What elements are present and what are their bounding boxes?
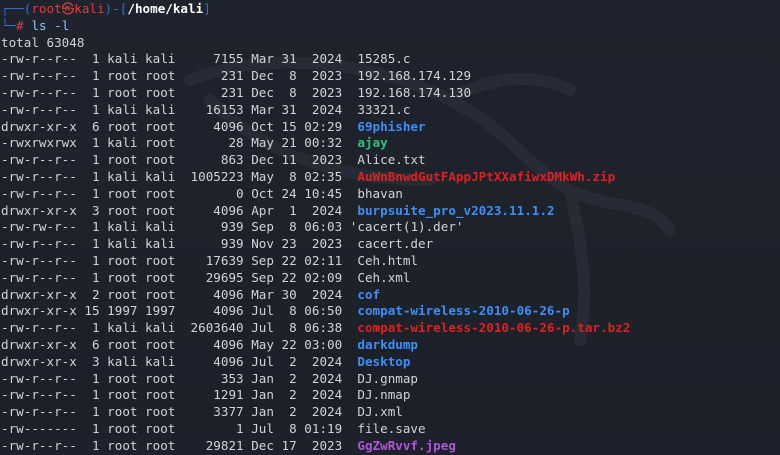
- list-item: drwxr-xr-x 6 root root 4096 May 22 03:00…: [1, 337, 780, 354]
- file-metadata: -rw-r--r-- 1 root root 353 Jan 2 2024: [1, 370, 358, 386]
- file-metadata: drwxr-xr-x 3 kali kali 4096 Jul 2 2024: [1, 353, 358, 369]
- file-name: burpsuite_pro_v2023.11.1.2: [357, 202, 555, 218]
- file-metadata: -rw-r--r-- 1 root root 1291 Jan 2 2024: [1, 387, 358, 403]
- list-item: -rw-r--r-- 1 root root 29821 Dec 17 2023…: [1, 438, 780, 455]
- terminal-window[interactable]: ┌──(root㉿kali)-[/home/kali] └─# ls -l to…: [0, 0, 780, 453]
- file-name: file.save: [357, 420, 426, 436]
- file-metadata: -rw-r--r-- 1 root root 17639 Sep 22 02:1…: [1, 252, 358, 268]
- file-metadata: -rw-r--r-- 1 root root 863 Dec 11 2023: [1, 152, 358, 168]
- file-metadata: -rw------- 1 root root 1 Jul 8 01:19: [1, 420, 358, 436]
- list-item: -rw-r--r-- 1 root root 1291 Jan 2 2024 D…: [1, 387, 780, 404]
- file-name: compat-wireless-2010-06-26-p: [357, 303, 570, 319]
- file-name: 15285.c: [357, 51, 411, 67]
- file-metadata: -rw-r--r-- 1 root root 231 Dec 8 2023: [1, 68, 358, 84]
- prompt-frame-top: ┌──(: [1, 1, 32, 16]
- file-metadata: -rwxrwxrwx 1 kali root 28 May 21 00:32: [1, 135, 358, 151]
- file-name: 33321.c: [357, 101, 411, 117]
- file-name: darkdump: [357, 336, 419, 352]
- list-item: drwxr-xr-x 15 1997 1997 4096 Jul 8 06:50…: [1, 303, 780, 320]
- file-metadata: -rw-r--r-- 1 kali kali 939 Nov 23 2023: [1, 236, 358, 252]
- file-name: 'cacert(1).der': [349, 219, 464, 235]
- file-metadata: -rw-r--r-- 1 root root 29695 Sep 22 02:0…: [1, 269, 358, 285]
- file-name: Alice.txt: [357, 152, 426, 168]
- file-name: ajay: [357, 135, 388, 151]
- file-name: DJ.xml: [357, 404, 403, 420]
- file-name: GgZwRvvf.jpeg: [357, 437, 456, 453]
- list-item: -rw-r--r-- 1 root root 0 Oct 24 10:45 bh…: [1, 186, 780, 203]
- file-metadata: -rw-r--r-- 1 root root 3377 Jan 2 2024: [1, 404, 358, 420]
- listing: -rw-r--r-- 1 kali kali 7155 Mar 31 2024 …: [1, 51, 780, 454]
- prompt-frame-mid: )-[: [104, 1, 128, 16]
- file-name: 192.168.174.130: [357, 84, 472, 100]
- list-item: drwxr-xr-x 3 kali kali 4096 Jul 2 2024 D…: [1, 354, 780, 371]
- file-metadata: -rw-rw-r-- 1 kali kali 939 Sep 8 06:03: [1, 219, 350, 235]
- total-line: total 63048: [1, 34, 85, 50]
- file-name: cacert.der: [357, 236, 434, 252]
- file-name: Ceh.html: [357, 252, 419, 268]
- list-item: -rw-r--r-- 1 root root 353 Jan 2 2024 DJ…: [1, 371, 780, 388]
- file-name: bhavan: [357, 185, 403, 201]
- prompt-hash: #: [16, 17, 24, 33]
- command-text: ls -l: [31, 17, 70, 33]
- list-item: -rw-rw-r-- 1 kali kali 939 Sep 8 06:03 '…: [1, 219, 780, 236]
- prompt-path: /home/kali: [127, 1, 204, 16]
- file-metadata: drwxr-xr-x 15 1997 1997 4096 Jul 8 06:50: [1, 303, 358, 319]
- prompt-frame-bottom: └─: [1, 17, 17, 33]
- file-name: AuWnBnwdGutFAppJPtXXafiwxDMkWh.zip: [357, 168, 616, 184]
- list-item: -rwxrwxrwx 1 kali root 28 May 21 00:32 a…: [1, 135, 780, 152]
- file-name: 192.168.174.129: [357, 68, 472, 84]
- file-metadata: -rw-r--r-- 1 kali kali 1005223 May 8 02:…: [1, 168, 358, 184]
- list-item: -rw------- 1 root root 1 Jul 8 01:19 fil…: [1, 421, 780, 438]
- prompt-line-2: └─# ls -l: [1, 18, 780, 35]
- file-metadata: -rw-r--r-- 1 kali kali 16153 Mar 31 2024: [1, 101, 358, 117]
- file-metadata: drwxr-xr-x 3 root root 4096 Apr 1 2024: [1, 202, 358, 218]
- list-item: -rw-r--r-- 1 root root 17639 Sep 22 02:1…: [1, 253, 780, 270]
- file-metadata: -rw-r--r-- 1 kali kali 7155 Mar 31 2024: [1, 51, 358, 67]
- file-name: 69phisher: [357, 118, 426, 134]
- file-name: Ceh.xml: [357, 269, 411, 285]
- file-metadata: -rw-r--r-- 1 root root 231 Dec 8 2023: [1, 84, 358, 100]
- file-name: cof: [357, 286, 381, 302]
- list-item: -rw-r--r-- 1 root root 231 Dec 8 2023 19…: [1, 68, 780, 85]
- file-metadata: -rw-r--r-- 1 root root 0 Oct 24 10:45: [1, 185, 358, 201]
- list-item: -rw-r--r-- 1 kali kali 7155 Mar 31 2024 …: [1, 51, 780, 68]
- file-metadata: -rw-r--r-- 1 root root 29821 Dec 17 2023: [1, 437, 358, 453]
- file-name: DJ.gnmap: [357, 370, 419, 386]
- list-item: -rw-r--r-- 1 root root 863 Dec 11 2023 A…: [1, 152, 780, 169]
- file-name: Desktop: [357, 353, 411, 369]
- file-metadata: drwxr-xr-x 2 root root 4096 Mar 30 2024: [1, 286, 358, 302]
- prompt-frame-end: ]: [203, 1, 211, 16]
- list-item: -rw-r--r-- 1 root root 3377 Jan 2 2024 D…: [1, 404, 780, 421]
- list-item: -rw-r--r-- 1 kali kali 939 Nov 23 2023 c…: [1, 236, 780, 253]
- list-item: -rw-r--r-- 1 kali kali 2603640 Jul 8 06:…: [1, 320, 780, 337]
- file-metadata: drwxr-xr-x 6 root root 4096 Oct 15 02:29: [1, 118, 358, 134]
- list-item: -rw-r--r-- 1 kali kali 1005223 May 8 02:…: [1, 169, 780, 186]
- list-item: drwxr-xr-x 3 root root 4096 Apr 1 2024 b…: [1, 203, 780, 220]
- list-item: drwxr-xr-x 2 root root 4096 Mar 30 2024 …: [1, 287, 780, 304]
- list-item: -rw-r--r-- 1 root root 29695 Sep 22 02:0…: [1, 270, 780, 287]
- prompt-line-1: ┌──(root㉿kali)-[/home/kali]: [1, 1, 780, 18]
- file-metadata: drwxr-xr-x 6 root root 4096 May 22 03:00: [1, 336, 358, 352]
- file-name: compat-wireless-2010-06-26-p.tar.bz2: [357, 320, 631, 336]
- list-item: -rw-r--r-- 1 kali kali 16153 Mar 31 2024…: [1, 102, 780, 119]
- prompt-user: root㉿kali: [31, 1, 105, 16]
- terminal-output: ┌──(root㉿kali)-[/home/kali] └─# ls -l to…: [1, 1, 780, 455]
- file-metadata: -rw-r--r-- 1 kali kali 2603640 Jul 8 06:…: [1, 320, 358, 336]
- list-item: -rw-r--r-- 1 root root 231 Dec 8 2023 19…: [1, 85, 780, 102]
- list-item: drwxr-xr-x 6 root root 4096 Oct 15 02:29…: [1, 119, 780, 136]
- file-name: DJ.nmap: [357, 387, 411, 403]
